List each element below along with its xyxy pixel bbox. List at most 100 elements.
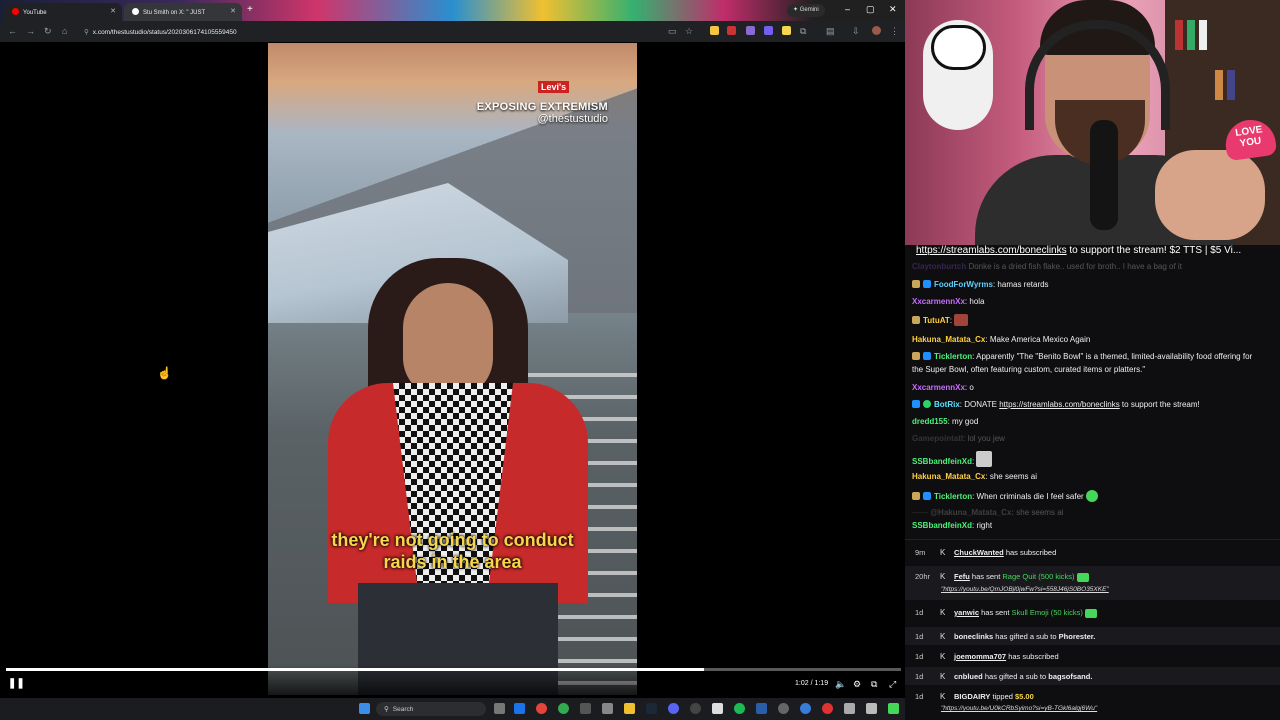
close-window-icon[interactable]: ✕: [889, 4, 897, 15]
spotify-icon[interactable]: [734, 703, 745, 714]
minimize-icon[interactable]: –: [845, 4, 850, 14]
event-age: 1d: [915, 692, 924, 701]
discord-icon[interactable]: [668, 703, 679, 714]
event-user[interactable]: boneclinks: [954, 632, 993, 641]
cast-icon[interactable]: ▭: [668, 26, 677, 37]
chat-username[interactable]: SSBbandfeinXd: [912, 457, 972, 466]
video-player[interactable]: Levi's EXPOSING EXTREMISM @thestustudio …: [268, 43, 637, 695]
app-icon[interactable]: [800, 703, 811, 714]
back-icon[interactable]: ←: [8, 26, 17, 36]
tab-label: YouTube: [23, 10, 47, 16]
event-link[interactable]: "https://youtu.be/QmJOBjl0jwFw?si=558J46…: [941, 586, 1109, 593]
settings-gear-icon[interactable]: ⚙: [853, 679, 861, 690]
extensions-puzzle-icon[interactable]: ⧉: [800, 26, 806, 37]
volume-icon[interactable]: 🔈: [835, 679, 846, 690]
app-icon[interactable]: [514, 703, 525, 714]
fullscreen-icon[interactable]: ⤢: [889, 679, 896, 690]
event-target[interactable]: Phorester.: [1059, 632, 1096, 641]
event-text: has gifted a sub to: [982, 672, 1049, 681]
app-icon[interactable]: [712, 703, 723, 714]
chat-text: to support the stream!: [1119, 400, 1200, 409]
chat-username[interactable]: dredd155: [912, 417, 948, 426]
app-icon[interactable]: [580, 703, 591, 714]
close-icon[interactable]: ✕: [230, 7, 236, 15]
chat-username[interactable]: XxcarmennXx: [912, 297, 965, 306]
event-user[interactable]: yanwic: [954, 608, 979, 617]
extension-icon[interactable]: [764, 26, 773, 35]
app-icon[interactable]: [822, 703, 833, 714]
chat-username[interactable]: SSBbandfeinXd: [912, 521, 972, 530]
tab-x-post[interactable]: Stu Smith on X: " JUST ✕: [124, 3, 242, 21]
event-user[interactable]: ChuckWanted: [954, 548, 1004, 557]
menu-kebab-icon[interactable]: ⋮: [890, 26, 899, 37]
chat-username[interactable]: FoodForWyrms: [934, 280, 993, 289]
chat-link[interactable]: https://streamlabs.com/boneclinks: [999, 400, 1120, 409]
reload-icon[interactable]: ↻: [44, 26, 52, 37]
pip-icon[interactable]: ⧉: [871, 679, 877, 690]
event-text: has sent: [979, 608, 1012, 617]
overlay-handle: @thestustudio: [537, 113, 609, 125]
event-row: 9m K ChuckWanted has subscribed: [905, 548, 1280, 562]
extension-icon[interactable]: [782, 26, 791, 35]
search-placeholder: Search: [392, 706, 414, 713]
event-row: 1d K BIGDAIRY tipped $5.00 "https://yout…: [905, 692, 1280, 720]
pause-icon[interactable]: ❚❚: [8, 678, 25, 689]
chat-message: Hakuna_Matata_Cx: she seems ai: [912, 472, 1037, 481]
kicks-icon: [1076, 573, 1089, 582]
chat-username[interactable]: BotRix: [934, 400, 960, 409]
steam-icon[interactable]: [646, 703, 657, 714]
chat-username[interactable]: Ticklerton: [934, 492, 972, 501]
chat-username[interactable]: Hakuna_Matata_Cx: [912, 335, 985, 344]
event-target[interactable]: bagsofsand.: [1048, 672, 1092, 681]
chat-username[interactable]: Hakuna_Matata_Cx: [912, 472, 985, 481]
address-bar: ← → ↻ ⌂ ⚲ x.com/thestustudio/status/20203…: [0, 21, 905, 42]
new-tab-button[interactable]: +: [247, 4, 253, 15]
profile-avatar[interactable]: [872, 26, 881, 35]
close-icon[interactable]: ✕: [110, 7, 116, 15]
chat-text: hola: [967, 297, 985, 306]
tab-youtube[interactable]: YouTube ✕: [4, 3, 122, 21]
kick-app-icon[interactable]: [888, 703, 899, 714]
emote-icon: [976, 451, 993, 467]
url-field[interactable]: ⚲ x.com/thestustudio/status/2020306174105…: [78, 24, 663, 39]
event-user[interactable]: BIGDAIRY: [954, 692, 990, 701]
event-text: has subscribed: [1006, 652, 1059, 661]
app-icon[interactable]: [602, 703, 613, 714]
maximize-icon[interactable]: ▢: [866, 4, 875, 15]
forward-icon[interactable]: →: [26, 26, 35, 36]
chat-username[interactable]: Ticklerton: [934, 352, 972, 361]
app-icon[interactable]: [866, 703, 877, 714]
task-view-icon[interactable]: [494, 703, 505, 714]
windows-start-icon[interactable]: [359, 703, 370, 714]
app-icon[interactable]: [778, 703, 789, 714]
video-progress-bar[interactable]: [6, 668, 901, 671]
home-icon[interactable]: ⌂: [62, 26, 67, 36]
chat-username[interactable]: Claytonburtch: [912, 262, 966, 271]
app-icon[interactable]: [690, 703, 701, 714]
event-user[interactable]: Fefu: [954, 572, 970, 581]
download-icon[interactable]: ⇩: [852, 26, 860, 37]
gemini-button[interactable]: ✦ Gemini: [787, 4, 825, 17]
extension-icon[interactable]: [710, 26, 719, 35]
taskbar-search[interactable]: ⚲ Search: [376, 702, 486, 716]
chat-username[interactable]: Gamepointatl: [912, 434, 963, 443]
event-link[interactable]: "https://youtu.be/U0kCRbSyimo?si=yB-TGkl…: [941, 705, 1097, 712]
extension-icon[interactable]: [727, 26, 736, 35]
extension-icon[interactable]: [746, 26, 755, 35]
sidepanel-icon[interactable]: ▤: [826, 26, 835, 37]
chrome-icon[interactable]: [558, 703, 569, 714]
donate-link[interactable]: https://streamlabs.com/boneclinks: [916, 245, 1067, 256]
bookmark-star-icon[interactable]: ☆: [685, 26, 693, 37]
donate-banner: https://streamlabs.com/boneclinks to sup…: [905, 245, 1280, 259]
event-user[interactable]: cnblued: [954, 672, 983, 681]
app-icon[interactable]: [756, 703, 767, 714]
chat-username[interactable]: TutuAT: [923, 316, 950, 325]
file-explorer-icon[interactable]: [624, 703, 635, 714]
chat-username[interactable]: XxcarmennXx: [912, 383, 965, 392]
chrome-icon[interactable]: [536, 703, 547, 714]
app-icon[interactable]: [844, 703, 855, 714]
events-feed: 9m K ChuckWanted has subscribed 20hr K F…: [905, 539, 1280, 720]
site-info-icon[interactable]: ⚲: [84, 29, 89, 36]
event-user[interactable]: joemomma707: [954, 652, 1006, 661]
chat-username[interactable]: @Hakuna_Matata_Cx:: [930, 508, 1014, 517]
